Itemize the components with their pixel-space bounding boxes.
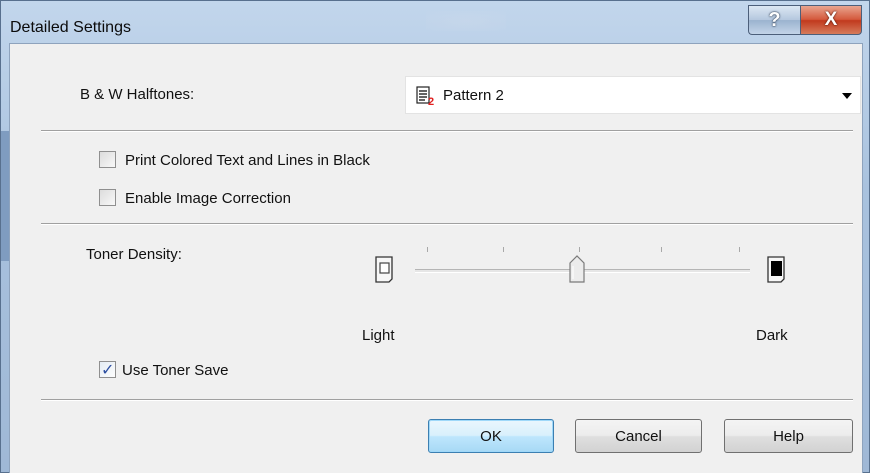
ok-button[interactable]: OK	[428, 419, 554, 453]
separator-2	[41, 223, 853, 225]
toner-density-slider-thumb[interactable]	[568, 254, 586, 284]
slider-tick	[739, 247, 740, 252]
toner-save-checkbox[interactable]: ✓	[99, 361, 116, 379]
toner-density-label: Toner Density:	[86, 246, 182, 263]
title-help-button[interactable]: ?	[748, 5, 800, 35]
toner-light-label: Light	[362, 327, 395, 344]
halftones-dropdown[interactable]: 2 Pattern 2	[405, 76, 861, 114]
chevron-down-icon[interactable]	[842, 93, 852, 99]
dialog-content: B & W Halftones: 2 Pattern 2 Print Color…	[9, 43, 863, 473]
close-icon: X	[824, 9, 838, 30]
toner-dark-label: Dark	[756, 327, 788, 344]
halftones-label: B & W Halftones:	[80, 86, 195, 103]
question-icon: ?	[768, 8, 781, 31]
halftones-selected-value: Pattern 2	[443, 87, 504, 104]
window-frame-edge	[1, 131, 9, 261]
title-bar-glow	[426, 11, 506, 31]
image-correction-label[interactable]: Enable Image Correction	[125, 190, 291, 207]
pattern-2-icon: 2	[416, 86, 434, 106]
cancel-button[interactable]: Cancel	[575, 419, 702, 453]
title-bar[interactable]: Detailed Settings ? X	[1, 1, 870, 43]
window-title: Detailed Settings	[10, 19, 131, 36]
toner-save-label[interactable]: Use Toner Save	[122, 362, 228, 379]
separator-1	[41, 130, 853, 132]
slider-tick	[427, 247, 428, 252]
dark-page-icon	[767, 256, 785, 283]
help-button[interactable]: Help	[724, 419, 853, 453]
checkmark-icon: ✓	[101, 362, 115, 379]
slider-tick	[579, 247, 580, 252]
svg-text:2: 2	[428, 96, 434, 106]
title-close-button[interactable]: X	[800, 5, 862, 35]
separator-3	[41, 399, 853, 401]
light-page-icon	[375, 256, 393, 283]
slider-tick	[503, 247, 504, 252]
image-correction-checkbox[interactable]	[99, 189, 116, 206]
print-black-label[interactable]: Print Colored Text and Lines in Black	[125, 152, 370, 169]
dialog-window: Detailed Settings ? X B & W Halftones: 2…	[0, 0, 870, 473]
print-black-checkbox[interactable]	[99, 151, 116, 168]
slider-tick	[661, 247, 662, 252]
